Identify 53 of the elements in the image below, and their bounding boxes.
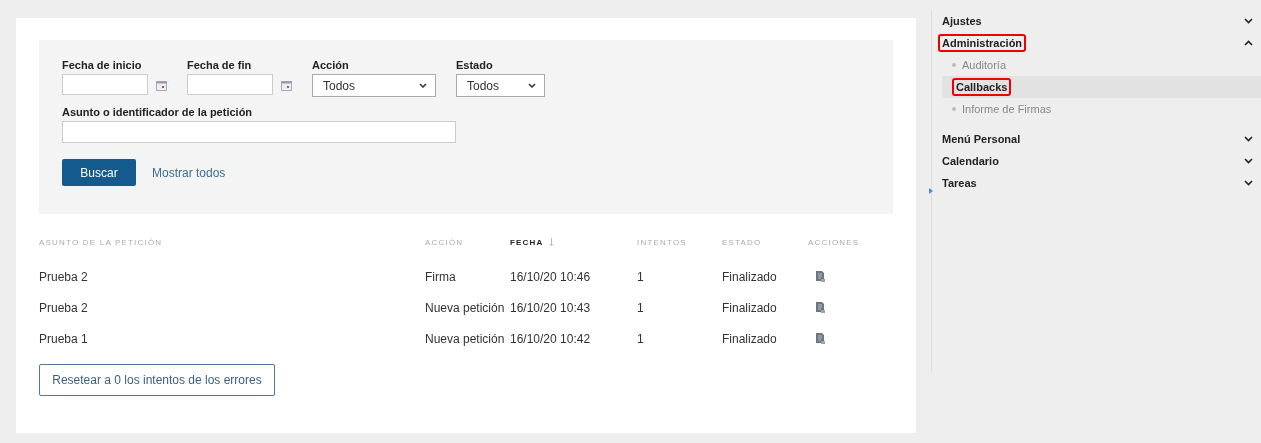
table-cell: Finalizado: [722, 300, 777, 315]
submenu-label: Auditoría: [961, 58, 1008, 73]
table-cell: Nueva petición: [425, 300, 505, 315]
field-label: Asunto o identificador de la petición: [62, 106, 254, 118]
menu-item[interactable]: Menú Personal: [942, 128, 1261, 150]
document-icon[interactable]: [816, 271, 825, 282]
reset-button[interactable]: Resetear a 0 los intentos de los errores: [39, 364, 275, 396]
start-date-field[interactable]: [62, 74, 148, 95]
field-label: Fecha de fin: [187, 59, 253, 71]
show-all-link[interactable]: Mostrar todos: [152, 165, 226, 180]
submenu-item[interactable]: Callbacks: [942, 76, 1261, 98]
field-label: Estado: [456, 59, 494, 71]
subject-field[interactable]: [62, 121, 456, 143]
menu-label: Administración: [938, 34, 1027, 52]
field-label: Fecha de inicio: [62, 59, 143, 71]
menu-label: Calendario: [941, 154, 1000, 169]
calendar-icon[interactable]: [281, 80, 292, 91]
document-icon[interactable]: [816, 302, 825, 313]
calendar-icon[interactable]: [156, 80, 167, 91]
action-dropdown[interactable]: Todos: [312, 74, 436, 97]
menu-item[interactable]: Ajustes: [942, 10, 1261, 32]
collapse-arrow-icon[interactable]: [929, 188, 933, 194]
table-cell: Finalizado: [722, 269, 777, 284]
bullet-icon: [952, 63, 956, 67]
menu-label: Menú Personal: [941, 132, 1022, 147]
table-cell: Prueba 2: [39, 269, 88, 284]
end-date-field[interactable]: [187, 74, 273, 95]
chevron-down-icon: [419, 83, 427, 88]
menu-item[interactable]: Calendario: [942, 150, 1261, 172]
table-cell: 16/10/20 10:42: [510, 331, 591, 346]
menu-item[interactable]: Tareas: [942, 172, 1261, 194]
document-icon[interactable]: [816, 333, 825, 344]
menu-label: Ajustes: [941, 14, 983, 29]
search-button[interactable]: Buscar: [62, 159, 136, 186]
chevron-down-icon: [528, 83, 536, 88]
table-cell: 1: [637, 269, 644, 284]
table-cell: 16/10/20 10:43: [510, 300, 591, 315]
table-cell: 1: [637, 331, 644, 346]
menu-label: Tareas: [941, 176, 978, 191]
table-cell: 16/10/20 10:46: [510, 269, 591, 284]
column-header[interactable]: FECHA: [510, 238, 544, 247]
table-cell: 1: [637, 300, 644, 315]
table-cell: Finalizado: [722, 331, 777, 346]
table-cell: Prueba 1: [39, 331, 88, 346]
bullet-icon: [952, 107, 956, 111]
table-cell: Nueva petición: [425, 331, 505, 346]
submenu-label: Callbacks: [952, 78, 1012, 96]
field-label: Acción: [312, 59, 350, 71]
submenu-label: Informe de Firmas: [961, 102, 1053, 117]
sort-arrow-icon: [548, 238, 554, 247]
table-cell: Firma: [425, 269, 456, 284]
status-dropdown[interactable]: Todos: [456, 74, 545, 97]
table-cell: Prueba 2: [39, 300, 88, 315]
